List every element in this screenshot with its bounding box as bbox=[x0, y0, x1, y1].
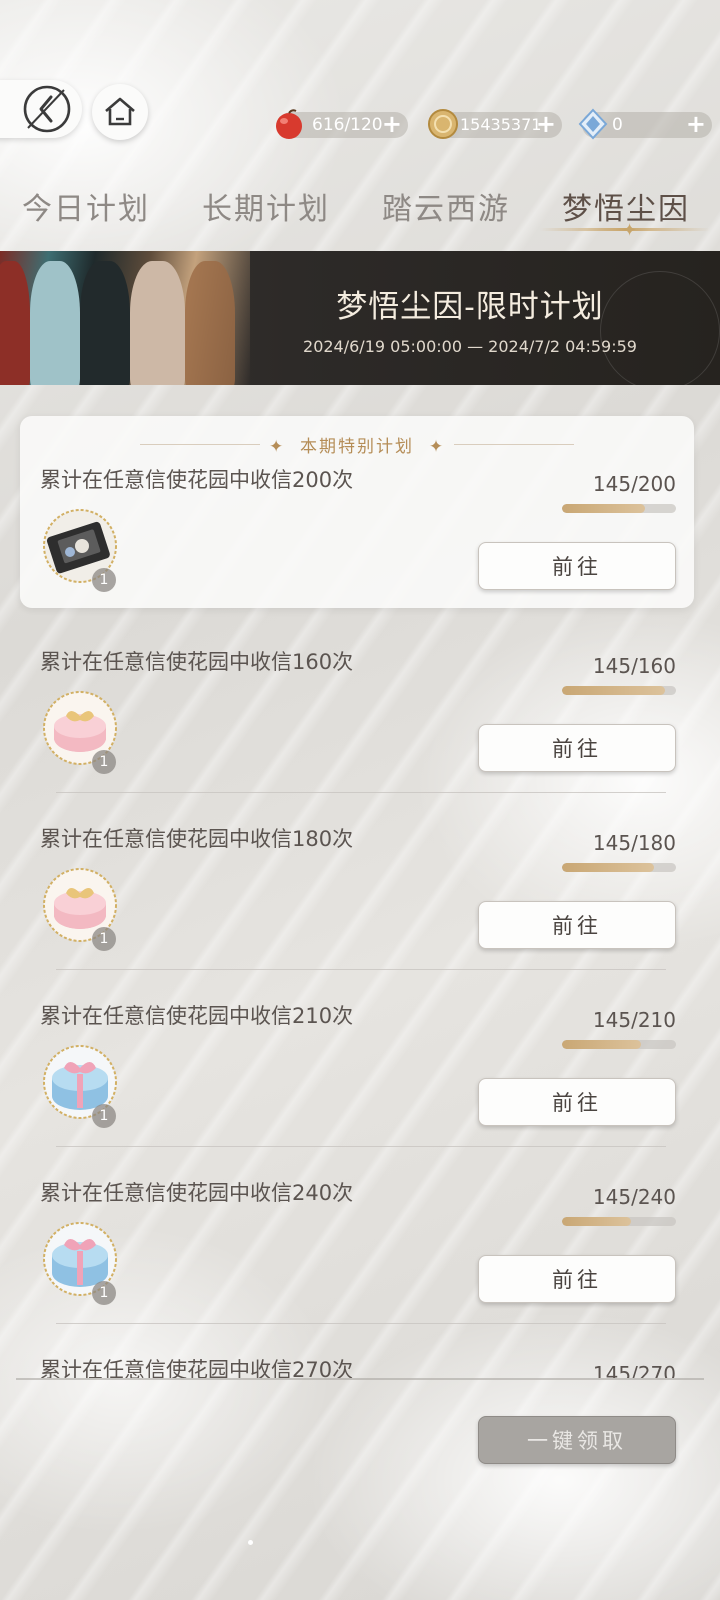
tab-long-term[interactable]: 长期计划 bbox=[202, 184, 330, 228]
task-progress-bar bbox=[562, 504, 676, 513]
task-progress-bar bbox=[562, 686, 676, 695]
add-coin-button[interactable]: + bbox=[536, 112, 556, 136]
resource-apple: 616/120 + bbox=[276, 109, 408, 139]
page-indicator-dot bbox=[248, 1540, 253, 1545]
event-banner: 梦悟尘因-限时计划 2024/6/19 05:00:00 — 2024/7/2 … bbox=[0, 251, 720, 385]
active-tab-star-icon: ✦ bbox=[622, 220, 638, 241]
item-quantity: 1 bbox=[92, 1281, 116, 1305]
go-button[interactable]: 前往 bbox=[478, 542, 676, 590]
task-count: 145/270 bbox=[592, 1362, 676, 1378]
resource-crystal: 0 + bbox=[578, 108, 712, 140]
task-count: 145/180 bbox=[592, 831, 676, 855]
banner-time-range: 2024/6/19 05:00:00 — 2024/7/2 04:59:59 bbox=[303, 337, 637, 356]
coin-icon bbox=[428, 109, 458, 139]
task-progress-bar bbox=[562, 1040, 676, 1049]
apple-value: 616/120 bbox=[312, 115, 383, 135]
tab-bar: 今日计划 长期计划 踏云西游 梦悟尘因 ✦ bbox=[0, 180, 720, 241]
task-row: 累计在任意信使花园中收信240次 145/240 1 前往 bbox=[0, 1177, 720, 1347]
task-count: 145/160 bbox=[592, 654, 676, 678]
list-bottom-divider bbox=[16, 1378, 704, 1380]
item-quantity: 1 bbox=[92, 1104, 116, 1128]
special-plan-header: ✦ 本期特别计划 ✦ bbox=[20, 432, 694, 457]
coin-value: 15435371 bbox=[460, 115, 542, 134]
task-description: 累计在任意信使花园中收信180次 bbox=[40, 827, 354, 851]
task-description: 累计在任意信使花园中收信160次 bbox=[40, 650, 354, 674]
special-plan-title: 本期特别计划 bbox=[300, 437, 414, 457]
crystal-value: 0 bbox=[612, 115, 623, 135]
banner-character-art bbox=[0, 251, 250, 385]
home-button[interactable] bbox=[92, 84, 148, 140]
go-button[interactable]: 前往 bbox=[478, 1255, 676, 1303]
add-apple-button[interactable]: + bbox=[382, 112, 402, 136]
task-description: 累计在任意信使花园中收信240次 bbox=[40, 1181, 354, 1205]
task-row: 累计在任意信使花园中收信200次 145/200 1 前往 bbox=[0, 464, 720, 634]
task-row-clipped: 累计在任意信使花园中收信270次 145/270 bbox=[0, 1354, 720, 1378]
task-progress-bar bbox=[562, 1217, 676, 1226]
task-description: 累计在任意信使花园中收信270次 bbox=[40, 1358, 354, 1378]
task-row: 累计在任意信使花园中收信270次 145/270 bbox=[0, 1354, 720, 1378]
item-quantity: 1 bbox=[92, 750, 116, 774]
go-button[interactable]: 前往 bbox=[478, 724, 676, 772]
task-description: 累计在任意信使花园中收信210次 bbox=[40, 1004, 354, 1028]
task-row: 累计在任意信使花园中收信210次 145/210 1 前往 bbox=[0, 1000, 720, 1170]
crystal-icon bbox=[578, 108, 608, 140]
apple-icon bbox=[276, 109, 302, 139]
task-count: 145/200 bbox=[592, 472, 676, 496]
add-crystal-button[interactable]: + bbox=[686, 112, 706, 136]
back-button[interactable] bbox=[0, 80, 82, 138]
task-description: 累计在任意信使花园中收信200次 bbox=[40, 468, 354, 492]
task-progress-bar bbox=[562, 863, 676, 872]
header-star-left-icon: ✦ bbox=[268, 437, 286, 457]
go-button[interactable]: 前往 bbox=[478, 1078, 676, 1126]
tab-today[interactable]: 今日计划 bbox=[22, 184, 150, 228]
task-count: 145/240 bbox=[592, 1185, 676, 1209]
row-divider bbox=[56, 1323, 666, 1324]
back-arrow-icon bbox=[23, 85, 71, 133]
header-star-right-icon: ✦ bbox=[428, 437, 446, 457]
tab-journey-west[interactable]: 踏云西游 bbox=[382, 184, 510, 228]
banner-title: 梦悟尘因-限时计划 bbox=[336, 289, 604, 325]
row-divider bbox=[56, 1146, 666, 1147]
resource-coin: 15435371 + bbox=[428, 109, 562, 139]
task-row: 累计在任意信使花园中收信180次 145/180 1 前往 bbox=[0, 823, 720, 993]
item-quantity: 1 bbox=[92, 927, 116, 951]
go-button[interactable]: 前往 bbox=[478, 901, 676, 949]
claim-all-button[interactable]: 一键领取 bbox=[478, 1416, 676, 1464]
row-divider bbox=[56, 792, 666, 793]
home-icon bbox=[105, 97, 135, 126]
row-divider bbox=[56, 969, 666, 970]
task-count: 145/210 bbox=[592, 1008, 676, 1032]
item-quantity: 1 bbox=[92, 568, 116, 592]
task-row: 累计在任意信使花园中收信160次 145/160 1 前往 bbox=[0, 646, 720, 816]
